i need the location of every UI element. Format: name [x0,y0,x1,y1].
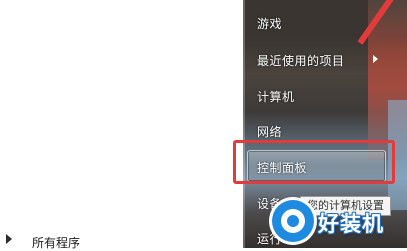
watermark-logo: 好装机 [272,198,407,246]
submenu-arrow-icon [373,55,378,63]
menu-item-recent-items[interactable]: 最近使用的项目 [257,52,345,69]
all-programs-item[interactable]: 所有程序 [0,230,243,250]
annotation-highlight-box [233,140,395,184]
menu-item-network[interactable]: 网络 [257,123,282,140]
menu-item-games[interactable]: 游戏 [257,15,282,32]
menu-item-computer[interactable]: 计算机 [257,88,295,105]
programs-pane: 所有程序 [0,0,243,250]
pane-divider [243,0,245,248]
triangle-right-icon [6,234,12,244]
watermark-text: 好装机 [318,212,384,236]
all-programs-label: 所有程序 [32,236,81,250]
watermark-icon [272,200,314,242]
